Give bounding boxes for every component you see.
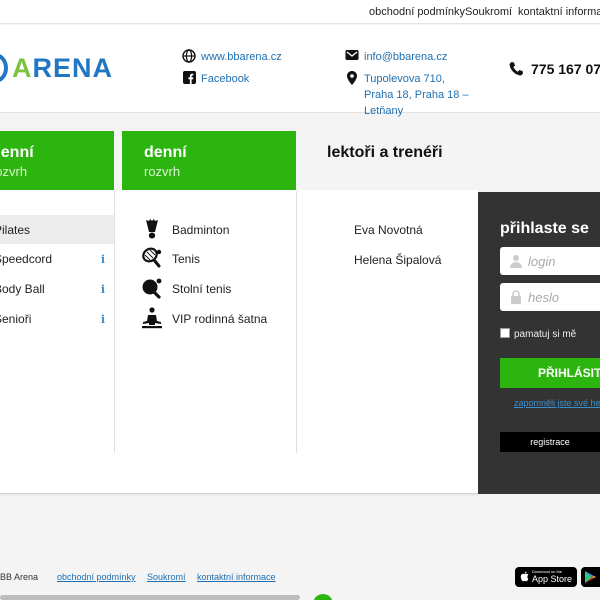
info-icon[interactable]: i [101, 283, 105, 296]
register-button[interactable]: registrace [500, 432, 600, 452]
facebook-icon [182, 71, 196, 85]
email-link[interactable]: info@bbarena.cz [345, 49, 448, 65]
phone-icon [509, 62, 523, 76]
tab-title: denní [0, 144, 34, 161]
tab-title: denní [144, 144, 187, 161]
user-icon [510, 255, 522, 268]
app-store-badge[interactable]: Download on the App Store [515, 567, 577, 587]
chat-button[interactable] [313, 594, 333, 600]
footer-contact-link[interactable]: kontaktní informace [197, 572, 276, 582]
password-field[interactable] [500, 283, 600, 311]
app-store-text: App Store [532, 574, 573, 584]
list-item-speedcord[interactable]: Speedcord i [0, 244, 114, 273]
remember-me-checkbox[interactable] [500, 328, 510, 338]
horizontal-scrollbar[interactable] [0, 595, 300, 600]
sport-label: VIP rodinná šatna [172, 312, 268, 326]
footer-terms-link[interactable]: obchodní podmínky [57, 572, 136, 582]
lock-icon [511, 290, 521, 304]
phone-number[interactable]: 775 167 079 [531, 61, 600, 77]
facebook-link[interactable]: Facebook [182, 71, 250, 87]
globe-icon [182, 49, 196, 63]
info-icon[interactable]: i [101, 313, 105, 326]
sport-item-badminton[interactable]: Badminton [140, 215, 290, 243]
logo-ring [0, 53, 8, 83]
remember-me-label: pamatuj si mě [514, 329, 577, 340]
website-link[interactable]: www.bbarena.cz [182, 49, 282, 65]
tab-subtitle: rozvrh [0, 164, 28, 179]
email-text: info@bbarena.cz [364, 51, 448, 63]
trainers-heading: lektoři a trenéři [327, 144, 443, 161]
sport-label: Stolní tenis [172, 282, 232, 296]
address-text: Tupolevova 710, Praha 18, Praha 18 – Let… [364, 73, 469, 117]
login-title: přihlaste se [500, 220, 589, 237]
login-panel: přihlaste se pamatuj si mě PŘIHLÁSIT zap… [478, 192, 600, 494]
tab-daily-schedule[interactable]: denní rozvrh [122, 131, 296, 191]
sport-item-vip-changing-room[interactable]: VIP rodinná šatna [140, 304, 290, 332]
privacy-link[interactable]: Soukromí [465, 6, 512, 18]
list-item-label: Body Ball [0, 282, 45, 296]
remember-me[interactable]: pamatuj si mě [500, 328, 576, 340]
tennis-icon [142, 247, 162, 268]
address-link[interactable]: Tupolevova 710, Praha 18, Praha 18 – Let… [347, 71, 476, 119]
column-divider [114, 191, 115, 453]
logo-accent-letter: A [12, 53, 33, 83]
column-divider [296, 191, 297, 453]
footer-copyright: BB Arena [0, 572, 39, 582]
website-text: www.bbarena.cz [201, 51, 282, 63]
sport-label: Badminton [172, 223, 230, 237]
login-input[interactable] [528, 251, 598, 271]
site-header: ARENA www.bbarena.cz Facebook info@bbare… [0, 25, 600, 117]
mail-icon [345, 49, 359, 63]
password-input[interactable] [528, 287, 598, 307]
google-play-badge[interactable] [581, 567, 600, 587]
tab-subtitle: rozvrh [144, 164, 181, 179]
forgot-password-link[interactable]: zapomněli jste své heslo? [514, 398, 600, 408]
sport-label: Tenis [172, 252, 201, 266]
shuttlecock-icon [146, 219, 158, 239]
google-play-icon [585, 571, 596, 583]
list-item-label: Speedcord [0, 252, 53, 266]
trainer-item[interactable]: Eva Novotná [354, 223, 423, 237]
login-button[interactable]: PŘIHLÁSIT [500, 358, 600, 388]
list-item-label: Senioři [0, 312, 32, 326]
tab-daily-schedule-left[interactable]: denní rozvrh [0, 131, 114, 191]
list-item-body-ball[interactable]: Body Ball i [0, 274, 114, 303]
list-item-seniors[interactable]: Senioři i [0, 304, 114, 333]
sport-item-tennis[interactable]: Tenis [140, 244, 290, 272]
apple-icon [520, 571, 529, 582]
info-icon[interactable]: i [101, 253, 105, 266]
login-field[interactable] [500, 247, 600, 275]
top-link-bar: obchodní podmínky Soukromí kontaktní inf… [0, 0, 600, 24]
location-pin-icon [345, 71, 359, 85]
trainer-item[interactable]: Helena Šipalová [354, 253, 441, 267]
footer-privacy-link[interactable]: Soukromí [147, 572, 186, 582]
list-item-label: Pilates [0, 223, 31, 237]
sport-item-table-tennis[interactable]: Stolní tenis [140, 274, 290, 302]
logo-word: RENA [32, 53, 114, 83]
person-relax-icon [142, 307, 162, 329]
contact-info-link[interactable]: kontaktní informace [518, 6, 600, 18]
facebook-text: Facebook [201, 73, 250, 85]
table-tennis-icon [142, 278, 162, 299]
list-item-pilates[interactable]: Pilates [0, 215, 114, 244]
terms-link[interactable]: obchodní podmínky [369, 6, 465, 18]
